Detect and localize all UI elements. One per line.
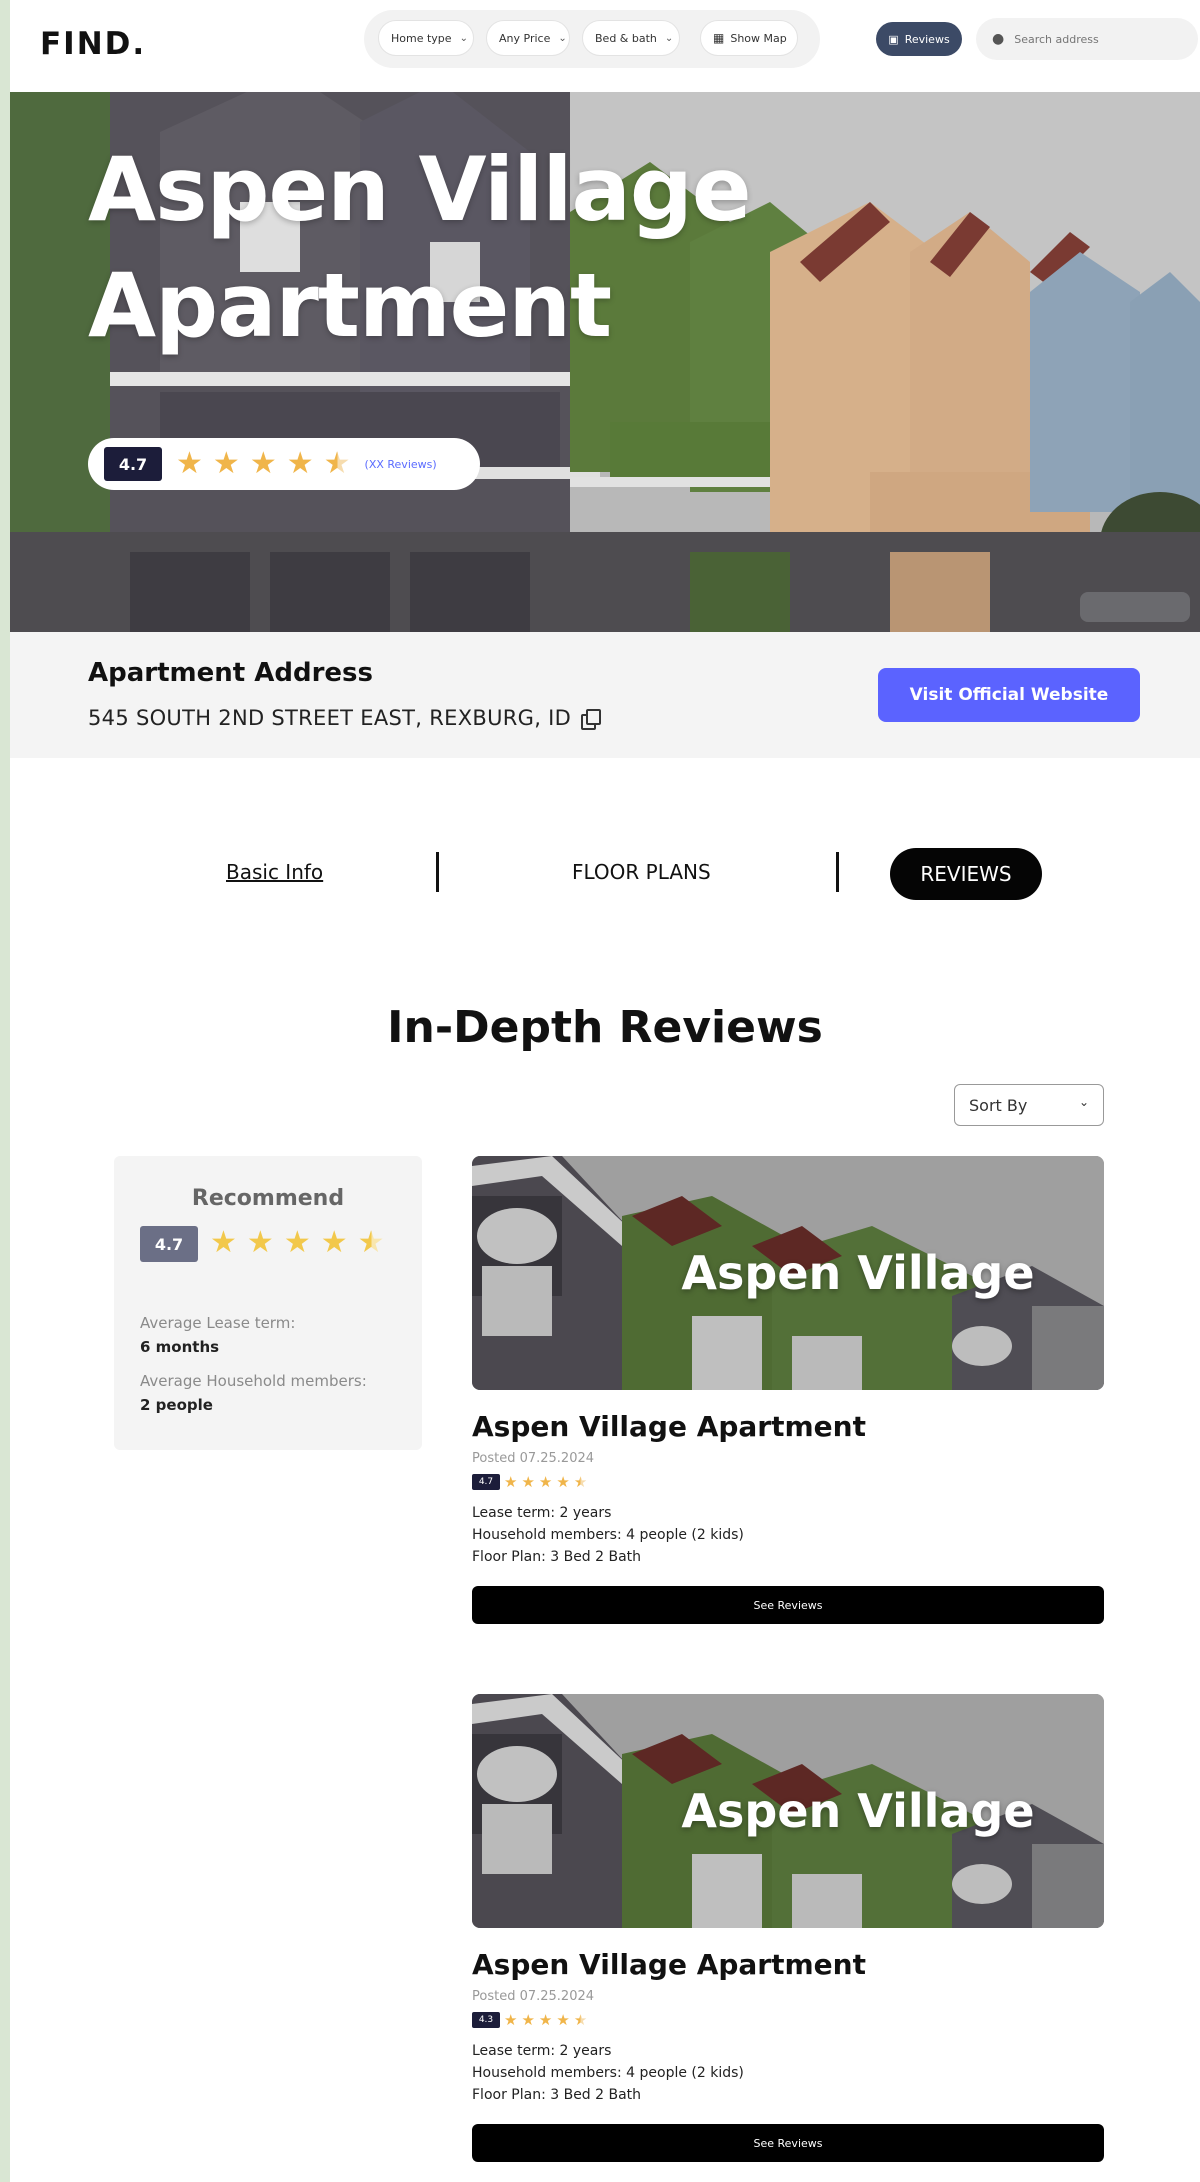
chevron-down-icon: ⌄ — [558, 32, 567, 44]
top-navigation: FIND. Home type ⌄ Any Price ⌄ Bed & bath… — [10, 0, 1200, 92]
lease-label: Average Lease term: — [140, 1314, 296, 1332]
left-edge-strip — [0, 0, 10, 2182]
hero-rating: 4.7 ★ ★ ★ ★ ★ (XX Reviews) — [88, 438, 480, 490]
review-image: Aspen Village — [472, 1694, 1104, 1928]
hero-banner: Aspen Village Apartment 4.7 ★ ★ ★ ★ ★ (X… — [10, 92, 1200, 632]
search-box: ● — [976, 18, 1198, 60]
tab-divider — [836, 852, 839, 892]
review-image-caption: Aspen Village — [681, 1246, 1035, 1300]
tab-floor-plans[interactable]: FLOOR PLANS — [572, 860, 711, 884]
review-card: Aspen Village Aspen Village Apartment Po… — [472, 1694, 1104, 2162]
star-icon: ★ — [210, 1225, 237, 1260]
star-icon: ★ — [556, 2010, 570, 2029]
star-icon: ★ — [320, 1225, 348, 1260]
reviews-nav-label: Reviews — [904, 32, 950, 46]
star-icon: ★ — [538, 1472, 553, 1491]
filter-bar: Home type ⌄ Any Price ⌄ Bed & bath ⌄ ▦ S… — [364, 10, 820, 68]
recommend-card: Recommend 4.7 ★ ★ ★ ★ ★ Average Lease te… — [114, 1156, 422, 1450]
address-section: Apartment Address 545 SOUTH 2ND STREET E… — [10, 632, 1200, 758]
recommend-title: Recommend — [191, 1186, 345, 1211]
household-members: Household members: 4 people (2 kids) — [472, 1527, 744, 1543]
star-icon: ★ — [556, 1472, 570, 1491]
household-value: 2 people — [140, 1396, 213, 1414]
apartment-title: Aspen Village Apartment — [88, 138, 752, 357]
reviews-nav-button[interactable]: ▣ Reviews — [876, 22, 962, 56]
review-rating: 4.3 ★ ★ ★ ★ ★ — [472, 2012, 1104, 2028]
review-details: Lease term: 2 years Household members: 4… — [472, 1502, 1104, 1568]
star-icon: ★ — [176, 446, 203, 481]
star-icon: ★ — [504, 2010, 518, 2029]
chevron-down-icon: ⌄ — [459, 32, 468, 44]
score-badge: 4.7 — [140, 1226, 198, 1262]
half-star-icon: ★ — [573, 1472, 588, 1491]
star-icon: ★ — [504, 1472, 518, 1491]
half-star-icon: ★ — [573, 2010, 588, 2029]
household-members: Household members: 4 people (2 kids) — [472, 2065, 744, 2081]
half-star-icon: ★ — [323, 446, 351, 481]
sort-dropdown[interactable]: Sort By ⌄ — [954, 1084, 1104, 1126]
review-date: Posted 07.25.2024 — [472, 1989, 595, 2004]
lease-term: Lease term: 2 years — [472, 2043, 612, 2059]
chevron-down-icon: ⌄ — [1078, 1095, 1089, 1109]
map-icon: ▦ — [713, 31, 725, 45]
address-value: 545 SOUTH 2ND STREET EAST, REXBURG, ID — [88, 706, 602, 730]
star-rating: ★ ★ ★ ★ ★ — [210, 1228, 385, 1258]
address-text: 545 SOUTH 2ND STREET EAST, REXBURG, ID — [88, 706, 572, 730]
review-rating: 4.7 ★ ★ ★ ★ ★ — [472, 1474, 1104, 1490]
search-input[interactable] — [1014, 32, 1185, 46]
household-label: Average Household members: — [140, 1372, 367, 1390]
lease-term: Lease term: 2 years — [472, 1505, 612, 1521]
star-icon: ★ — [521, 1472, 535, 1491]
star-icon: ★ — [538, 2010, 553, 2029]
show-map-label: Show Map — [730, 31, 787, 45]
score-badge: 4.7 — [104, 447, 162, 481]
image-icon: ▣ — [888, 32, 899, 46]
reviews-count-link[interactable]: (XX Reviews) — [365, 458, 437, 471]
tab-basic-info[interactable]: Basic Info — [226, 860, 323, 884]
review-date: Posted 07.25.2024 — [472, 1451, 595, 1466]
star-icon: ★ — [249, 446, 277, 481]
star-icon: ★ — [212, 446, 240, 481]
score-badge: 4.7 — [472, 1474, 500, 1490]
search-icon: ● — [992, 31, 1005, 47]
logo[interactable]: FIND. — [40, 26, 146, 62]
tab-divider — [436, 852, 439, 892]
review-details: Lease term: 2 years Household members: 4… — [472, 2040, 1104, 2106]
floor-plan: Floor Plan: 3 Bed 2 Bath — [472, 1549, 642, 1565]
section-title: In-Depth Reviews — [387, 1002, 823, 1053]
score-badge: 4.3 — [472, 2012, 500, 2028]
sort-label: Sort By — [969, 1095, 1028, 1115]
filter-bed-bath[interactable]: Bed & bath ⌄ — [582, 20, 680, 56]
filter-home-type[interactable]: Home type ⌄ — [378, 20, 474, 56]
review-image: Aspen Village — [472, 1156, 1104, 1390]
star-icon: ★ — [283, 1225, 311, 1260]
filter-label: Home type — [391, 31, 452, 45]
show-map-button[interactable]: ▦ Show Map — [700, 20, 798, 56]
review-card: Aspen Village Aspen Village Apartment Po… — [472, 1156, 1104, 1624]
review-image-caption: Aspen Village — [681, 1784, 1035, 1838]
visit-website-button[interactable]: Visit Official Website — [878, 668, 1140, 722]
filter-label: Any Price — [499, 31, 551, 45]
half-star-icon: ★ — [357, 1225, 385, 1260]
filter-label: Bed & bath — [595, 31, 657, 45]
chevron-down-icon: ⌄ — [664, 32, 674, 44]
tab-reviews[interactable]: REVIEWS — [890, 848, 1042, 900]
see-reviews-button[interactable]: See Reviews — [472, 2124, 1104, 2162]
star-icon: ★ — [521, 2010, 535, 2029]
floor-plan: Floor Plan: 3 Bed 2 Bath — [472, 2087, 642, 2103]
star-rating: ★ ★ ★ ★ ★ — [176, 449, 351, 479]
page-tabs: Basic Info FLOOR PLANS REVIEWS — [10, 838, 1200, 908]
copy-icon[interactable] — [581, 709, 602, 730]
review-title[interactable]: Aspen Village Apartment — [472, 1410, 1104, 1443]
address-label: Apartment Address — [88, 658, 373, 688]
review-title[interactable]: Aspen Village Apartment — [472, 1948, 1104, 1981]
see-reviews-button[interactable]: See Reviews — [472, 1586, 1104, 1624]
star-icon: ★ — [246, 1225, 274, 1260]
lease-value: 6 months — [140, 1338, 220, 1356]
star-icon: ★ — [286, 446, 314, 481]
filter-price[interactable]: Any Price ⌄ — [486, 20, 570, 56]
